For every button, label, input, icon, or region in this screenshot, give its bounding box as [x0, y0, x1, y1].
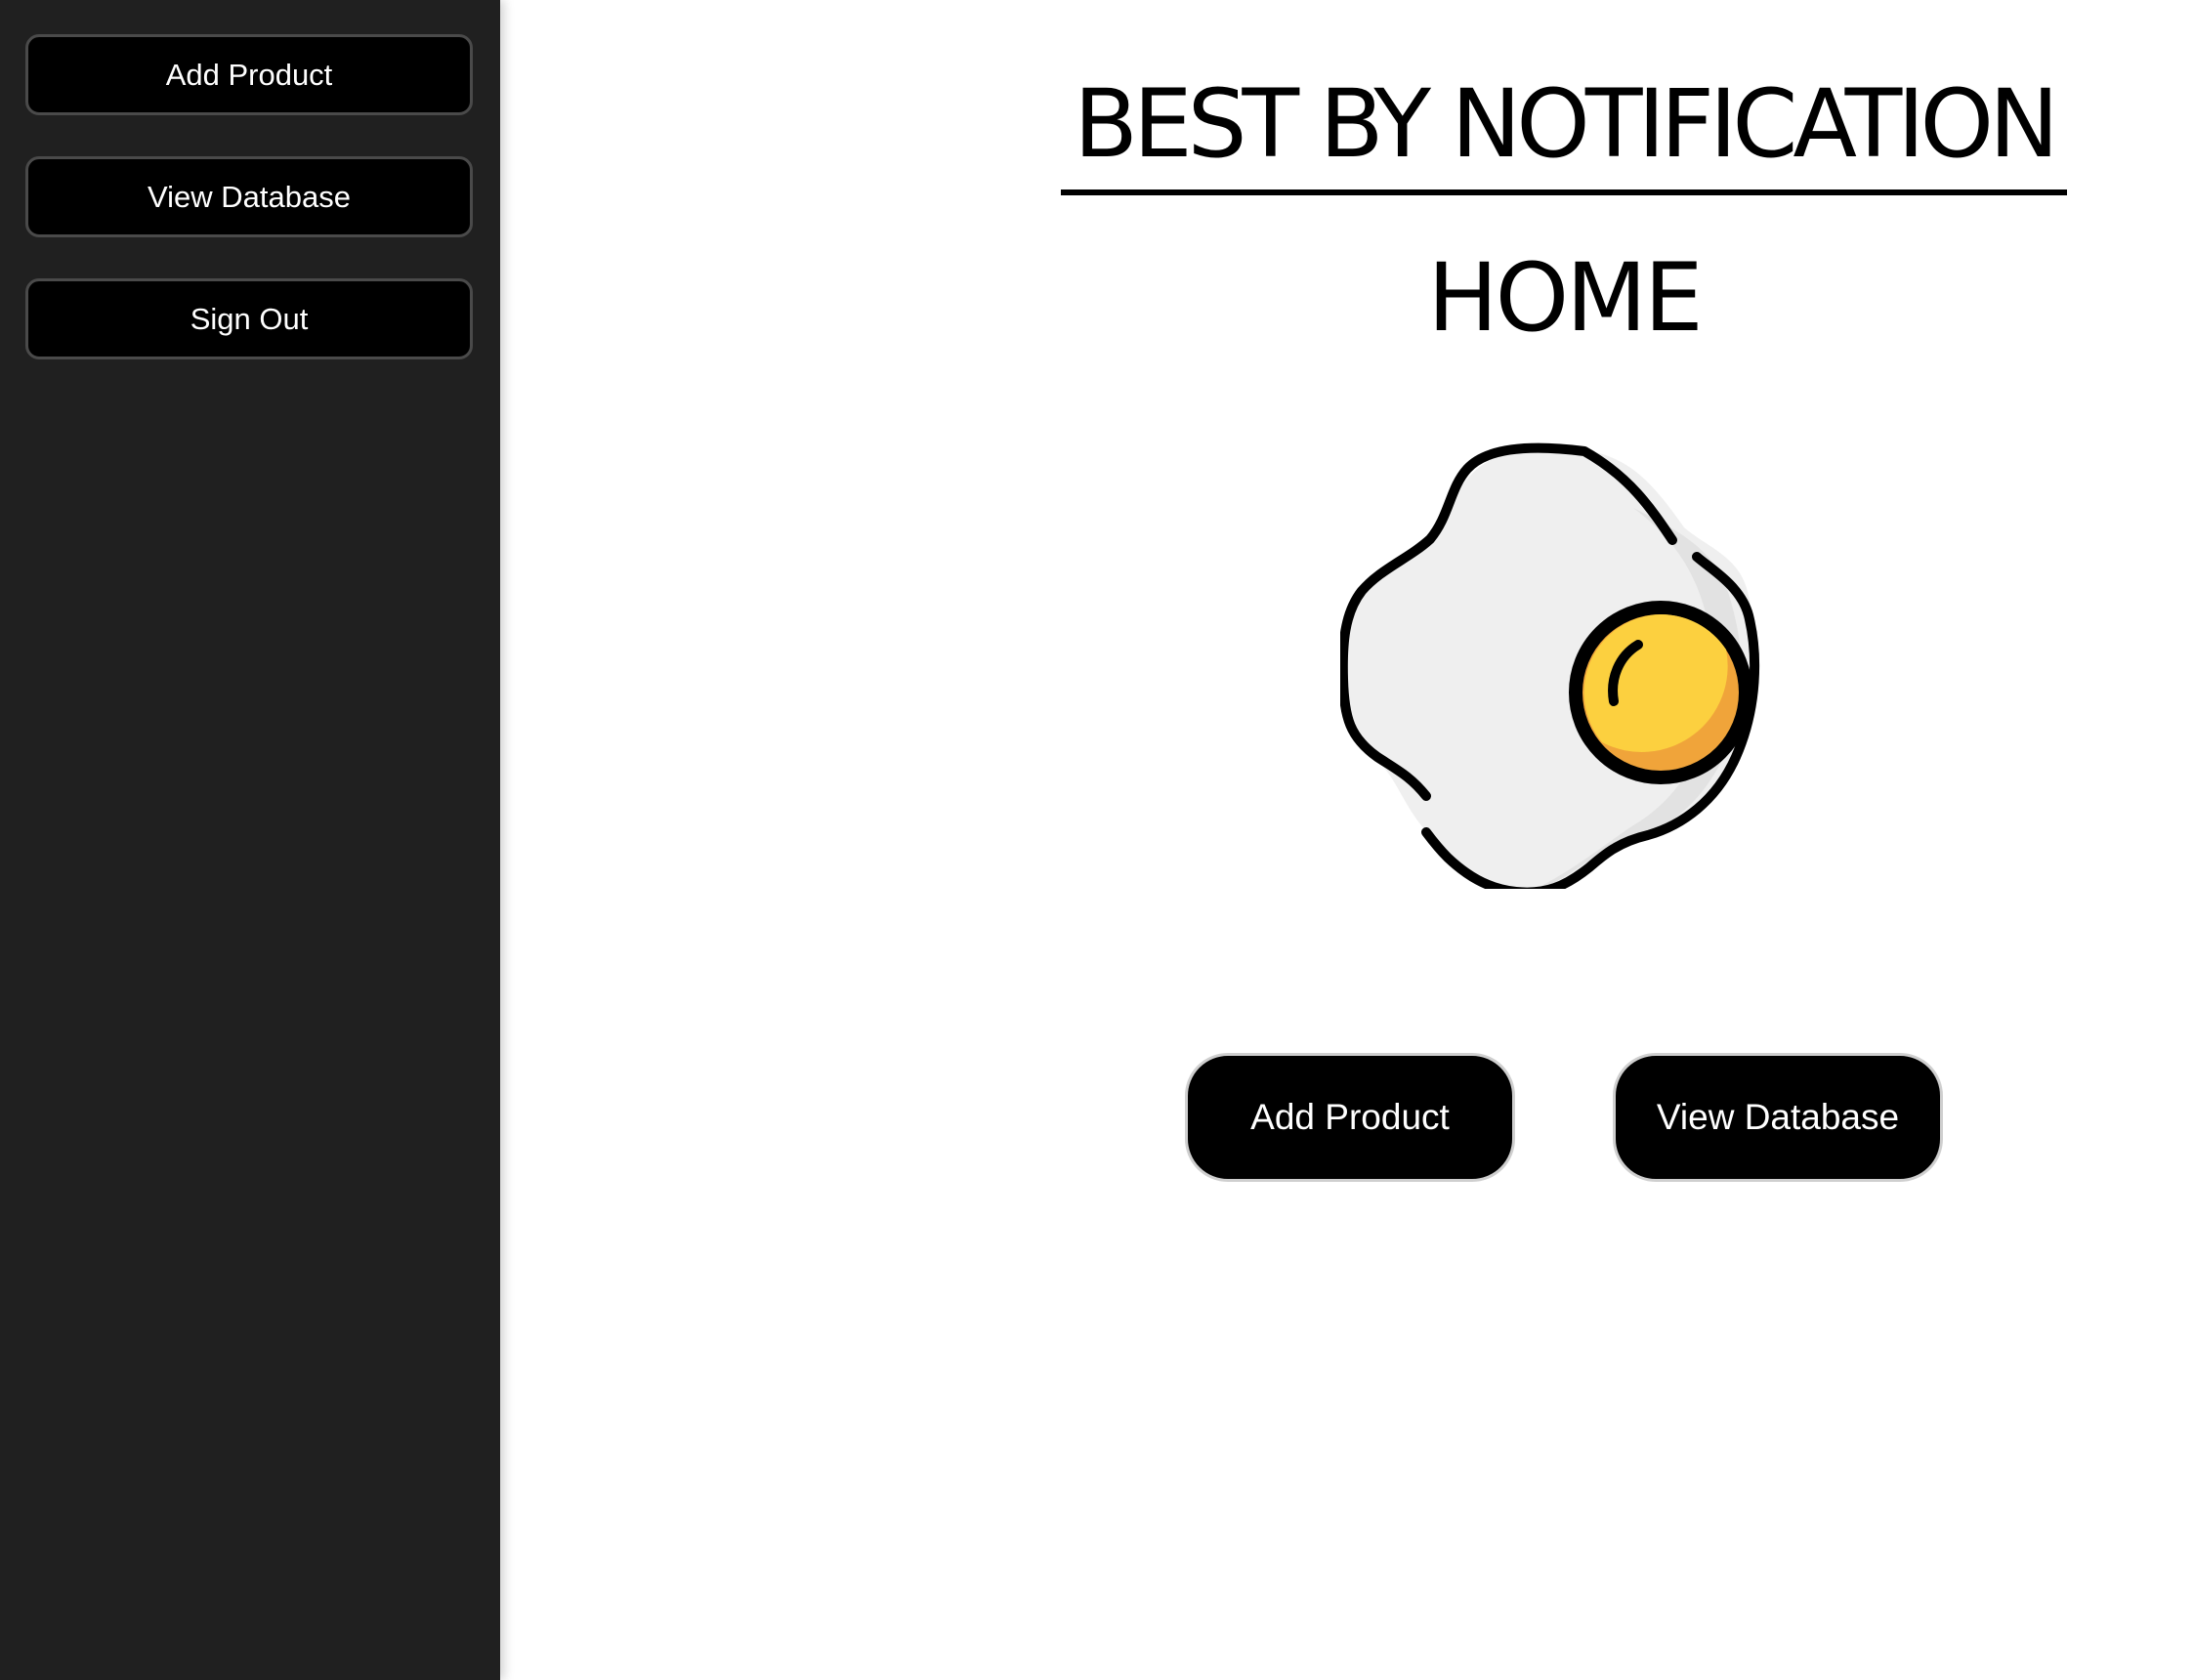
- title-container: BEST BY NOTIFICATION: [1061, 61, 2067, 188]
- add-product-button[interactable]: Add Product: [1185, 1053, 1515, 1182]
- sidebar: Add Product View Database Sign Out: [0, 0, 500, 1680]
- main-content: BEST BY NOTIFICATION HOME Add Product Vi…: [500, 0, 2194, 1680]
- title-underline: [1061, 189, 2067, 195]
- sidebar-view-database-button[interactable]: View Database: [25, 156, 473, 237]
- fried-egg-icon: [1340, 442, 1760, 889]
- app: Add Product View Database Sign Out BEST …: [0, 0, 2194, 1680]
- sidebar-sign-out-button[interactable]: Sign Out: [25, 278, 473, 359]
- sidebar-add-product-button[interactable]: Add Product: [25, 34, 473, 115]
- view-database-button[interactable]: View Database: [1613, 1053, 1943, 1182]
- page-title: BEST BY NOTIFICATION: [1074, 69, 2059, 179]
- page-subtitle: HOME: [1427, 243, 1703, 353]
